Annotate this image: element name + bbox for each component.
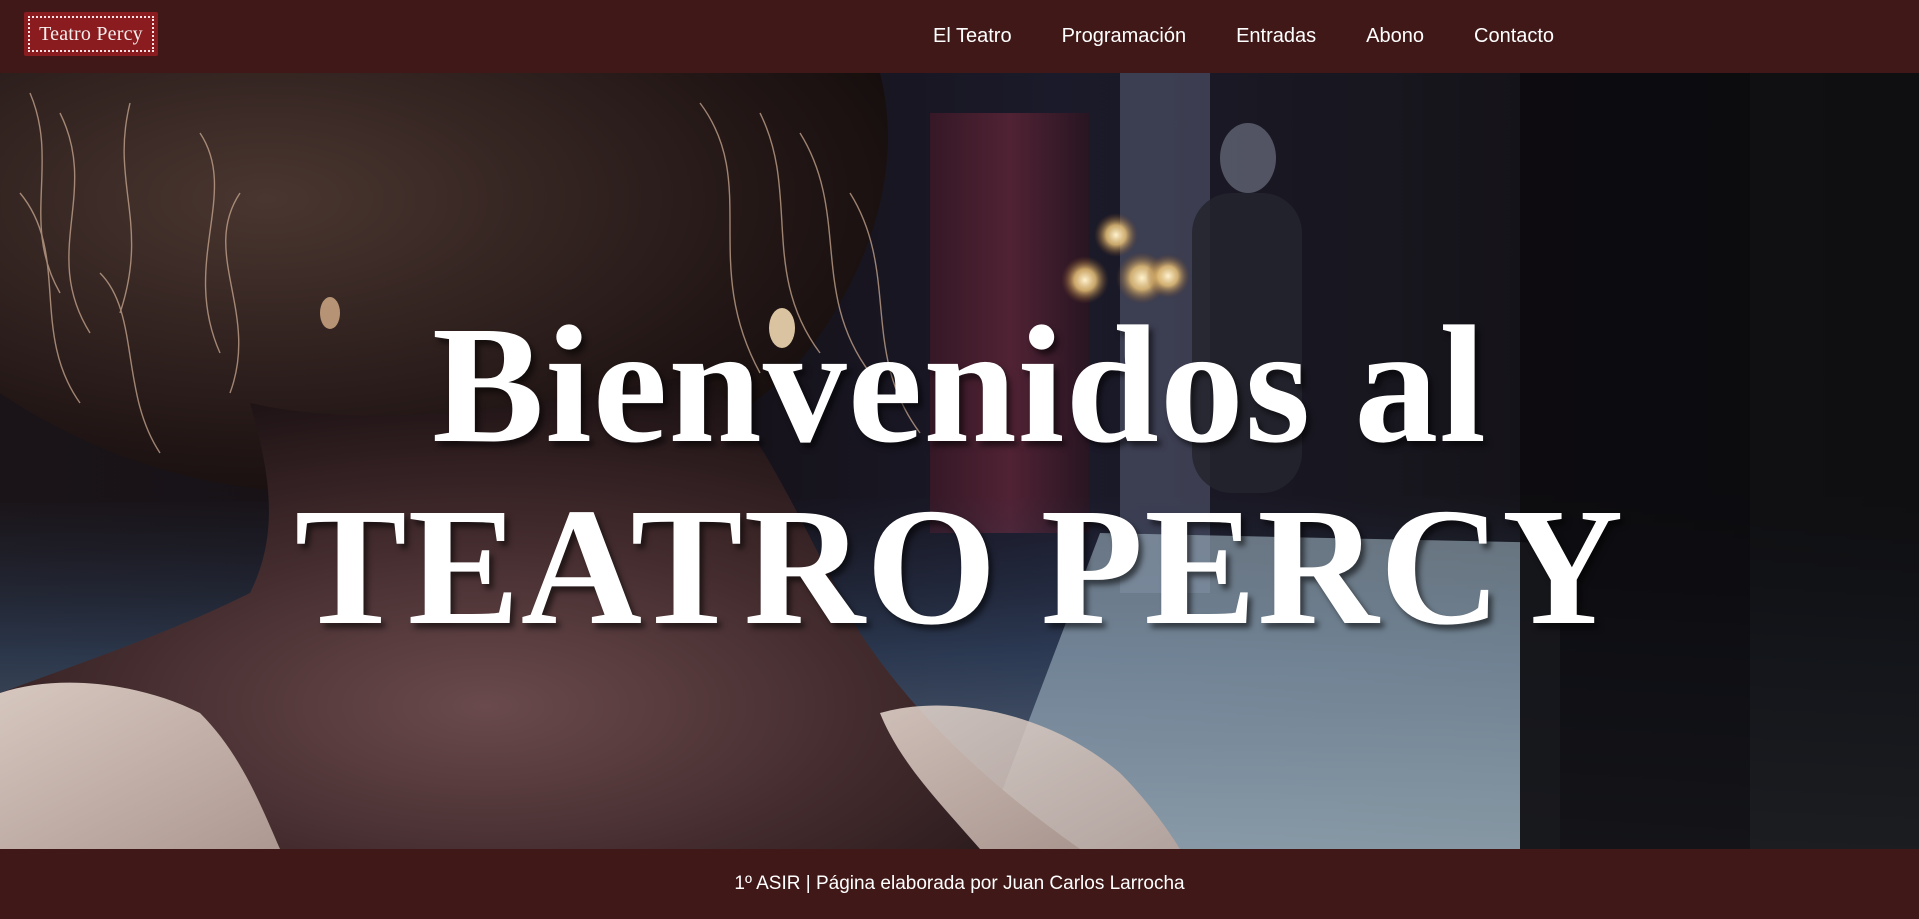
nav-link-abono[interactable]: Abono — [1341, 0, 1449, 73]
nav-item-programacion: Programación — [1037, 0, 1212, 73]
nav-item-contacto: Contacto — [1449, 0, 1579, 73]
site-footer: 1º ASIR | Página elaborada por Juan Carl… — [0, 849, 1919, 919]
nav-link-programacion[interactable]: Programación — [1037, 0, 1212, 73]
nav-link-contacto[interactable]: Contacto — [1449, 0, 1579, 73]
nav-item-el-teatro: El Teatro — [908, 0, 1037, 73]
nav-item-abono: Abono — [1341, 0, 1449, 73]
main-nav: El Teatro Programación Entradas Abono Co… — [908, 0, 1579, 73]
logo-text: Teatro Percy — [39, 22, 143, 45]
hero-title: Bienvenidos al TEATRO PERCY — [0, 73, 1919, 849]
hero-title-line-2: TEATRO PERCY — [294, 474, 1625, 660]
nav-link-el-teatro[interactable]: El Teatro — [908, 0, 1037, 73]
page: Teatro Percy El Teatro Programación Entr… — [0, 0, 1919, 919]
logo-link[interactable]: Teatro Percy — [24, 12, 158, 56]
footer-credit-text: 1º ASIR | Página elaborada por Juan Carl… — [734, 873, 1185, 894]
nav-link-entradas[interactable]: Entradas — [1211, 0, 1341, 73]
nav-item-entradas: Entradas — [1211, 0, 1341, 73]
hero-section: Bienvenidos al TEATRO PERCY — [0, 73, 1919, 849]
site-header: Teatro Percy El Teatro Programación Entr… — [0, 0, 1919, 73]
hero-title-line-1: Bienvenidos al — [432, 292, 1487, 478]
